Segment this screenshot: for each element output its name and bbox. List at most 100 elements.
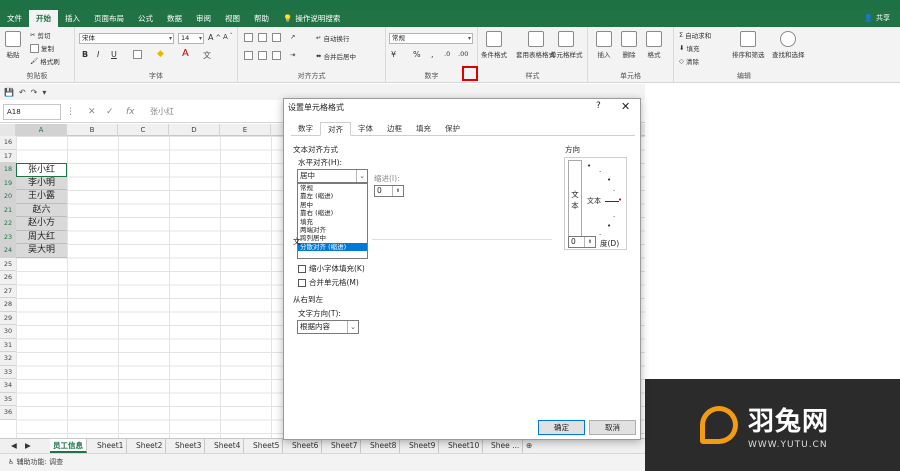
cancel-button[interactable]: 取消: [589, 420, 636, 435]
bold-button[interactable]: B: [82, 50, 88, 59]
next-sheet-icon[interactable]: ▶: [22, 439, 34, 453]
cell-styles-button[interactable]: 单元格样式: [550, 31, 583, 59]
autosum-button[interactable]: Σ 自动求和: [679, 30, 711, 40]
underline-button[interactable]: U: [111, 50, 117, 59]
vertical-text-button[interactable]: 文本: [568, 160, 582, 248]
save-icon[interactable]: 💾: [4, 88, 14, 97]
orientation-dial[interactable]: • · • · 文本 • · • · •: [585, 160, 625, 248]
row-header[interactable]: 21: [0, 203, 16, 217]
tab-alignment[interactable]: 对齐: [320, 122, 351, 136]
top-align-button[interactable]: [244, 33, 253, 42]
redo-icon[interactable]: ↷: [31, 88, 38, 97]
sort-filter-button[interactable]: 排序和筛选: [732, 31, 765, 59]
merge-center-button[interactable]: ⬌ 合并后居中: [316, 51, 356, 61]
fill-button[interactable]: ⬇ 填充: [679, 43, 699, 53]
tab-view[interactable]: 视图: [218, 10, 247, 27]
text-direction-select[interactable]: 根据内容 ⌄: [297, 320, 359, 334]
italic-button[interactable]: I: [97, 50, 99, 59]
accessibility-icon[interactable]: ♿: [8, 458, 17, 466]
row-header[interactable]: 36: [0, 406, 16, 420]
sheet-tab[interactable]: Sheet1: [94, 439, 128, 453]
list-item[interactable]: 靠右 (缩进): [298, 209, 367, 217]
sheet-tab[interactable]: Sheet4: [211, 439, 245, 453]
comma-button[interactable]: ,: [431, 50, 434, 59]
tab-review[interactable]: 审阅: [189, 10, 218, 27]
row-header[interactable]: 23: [0, 230, 16, 244]
row-header[interactable]: 28: [0, 298, 16, 312]
row-header[interactable]: 31: [0, 338, 16, 352]
tab-data[interactable]: 数据: [160, 10, 189, 27]
row-header[interactable]: 24: [0, 244, 16, 258]
list-item[interactable]: 跨列居中: [298, 234, 367, 242]
clear-button[interactable]: ◇ 清除: [679, 56, 699, 66]
sheet-tab[interactable]: Sheet3: [172, 439, 206, 453]
row-header[interactable]: 26: [0, 271, 16, 285]
tab-font[interactable]: 字体: [351, 122, 380, 135]
tab-fill[interactable]: 填充: [409, 122, 438, 135]
row-header[interactable]: 30: [0, 325, 16, 339]
conditional-format-button[interactable]: 条件格式: [481, 31, 507, 59]
sheet-tab[interactable]: Sheet6: [289, 439, 323, 453]
align-right-button[interactable]: [272, 51, 281, 60]
format-cells-button[interactable]: 格式: [646, 31, 662, 59]
add-sheet-icon[interactable]: ⊕: [523, 439, 535, 453]
insert-function-button[interactable]: fx: [126, 104, 135, 120]
percent-button[interactable]: %: [413, 50, 421, 59]
namebox-dropdown-icon[interactable]: ⋮: [66, 104, 75, 120]
indent-button[interactable]: ⇥: [290, 51, 295, 59]
tell-me-search[interactable]: 💡 操作说明搜索: [276, 10, 347, 27]
tab-border[interactable]: 边框: [380, 122, 409, 135]
cell-a23[interactable]: 周大红: [16, 230, 67, 244]
font-size-select[interactable]: 14: [178, 33, 204, 44]
row-header[interactable]: 18: [0, 163, 16, 177]
cut-button[interactable]: ✂ 剪切: [30, 30, 50, 40]
align-center-button[interactable]: [258, 51, 267, 60]
cell-a21[interactable]: 赵六: [16, 203, 67, 217]
sheet-tab[interactable]: Sheet10: [445, 439, 484, 453]
grow-font-button[interactable]: A ^: [208, 33, 221, 42]
shrink-font-button[interactable]: Aˇ: [223, 33, 233, 41]
sheet-tab-active[interactable]: 员工信息: [50, 439, 87, 453]
column-header-e[interactable]: E: [220, 124, 271, 136]
number-dialog-launcher[interactable]: [462, 66, 478, 81]
tab-protection[interactable]: 保护: [438, 122, 467, 135]
row-header[interactable]: 17: [0, 149, 16, 163]
list-item-selected[interactable]: 分散对齐 (缩进): [298, 242, 367, 252]
degrees-input[interactable]: 0 ⬍: [568, 236, 596, 248]
tab-insert[interactable]: 插入: [58, 10, 87, 27]
sheet-tab[interactable]: Sheet5: [250, 439, 284, 453]
undo-icon[interactable]: ↶: [19, 88, 26, 97]
column-header-b[interactable]: B: [67, 124, 118, 136]
font-name-select[interactable]: 宋体: [79, 33, 174, 44]
sheet-tab[interactable]: Sheet8: [367, 439, 401, 453]
ok-button[interactable]: 确定: [538, 420, 585, 435]
column-header-a[interactable]: A: [16, 124, 67, 136]
delete-cells-button[interactable]: 删除: [621, 31, 637, 59]
wrap-text-button[interactable]: ↵ 自动换行: [316, 33, 349, 43]
share-button[interactable]: 👤 共享: [864, 10, 890, 27]
decrease-decimal-button[interactable]: .00: [458, 50, 468, 58]
customize-qat-icon[interactable]: ▾: [42, 88, 46, 97]
row-header[interactable]: 22: [0, 217, 16, 231]
bottom-align-button[interactable]: [272, 33, 281, 42]
sheet-tab[interactable]: Sheet7: [328, 439, 362, 453]
tab-file[interactable]: 文件: [0, 10, 29, 27]
font-color-button[interactable]: A: [182, 48, 189, 59]
cell-a22[interactable]: 赵小方: [16, 217, 67, 231]
cell-a19[interactable]: 李小明: [16, 176, 67, 190]
middle-align-button[interactable]: [258, 33, 267, 42]
horizontal-align-select[interactable]: 居中 ⌄: [297, 169, 368, 183]
row-header[interactable]: 19: [0, 176, 16, 190]
shrink-to-fit-checkbox[interactable]: 缩小字体填充(K): [298, 263, 365, 274]
list-item[interactable]: 靠左 (缩进): [298, 192, 367, 200]
orientation-button[interactable]: ↗: [290, 33, 295, 41]
list-item[interactable]: 居中: [298, 201, 367, 209]
row-header[interactable]: 27: [0, 284, 16, 298]
cell-a20[interactable]: 王小露: [16, 190, 67, 204]
column-header-c[interactable]: C: [118, 124, 169, 136]
align-left-button[interactable]: [244, 51, 253, 60]
cancel-icon[interactable]: ✕: [88, 104, 96, 120]
close-button[interactable]: ✕: [621, 100, 630, 113]
name-box[interactable]: A18: [3, 104, 61, 120]
number-format-select[interactable]: 常规: [389, 33, 473, 44]
